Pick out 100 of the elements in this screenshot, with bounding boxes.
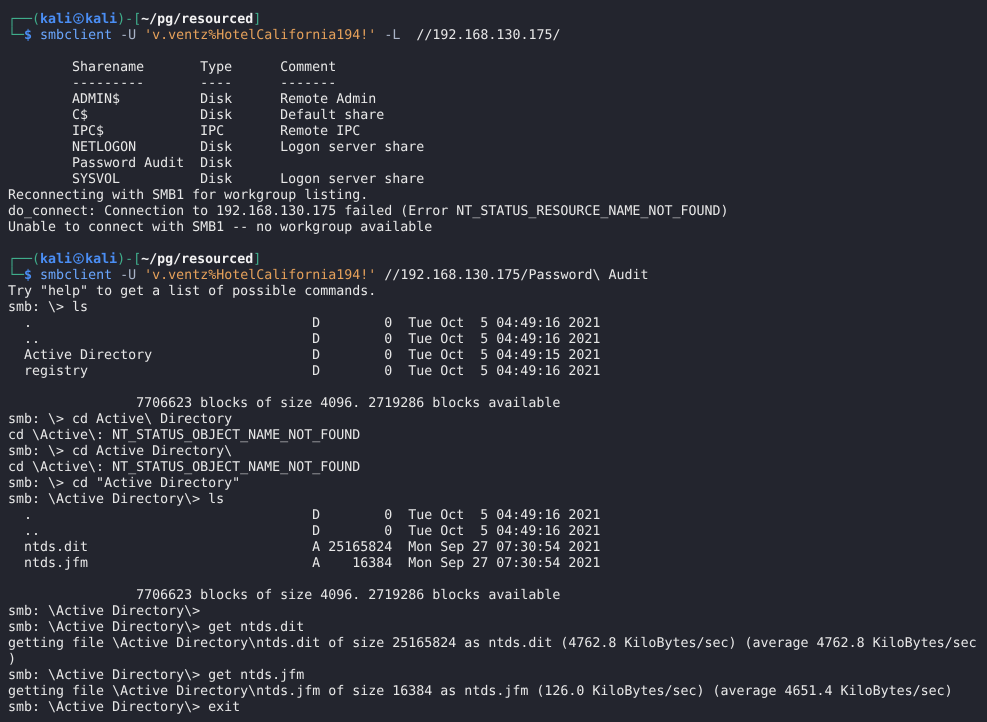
output-line: smb: \Active Directory\> ls xyxy=(8,492,224,507)
file-size: 0 xyxy=(383,364,392,380)
file-date: Tue Oct 5 04:49:16 2021 xyxy=(408,508,600,524)
file-name: ntds.dit xyxy=(24,540,90,556)
share-type: ---- xyxy=(200,76,234,92)
file-size: 0 xyxy=(383,348,392,364)
circled-symbol-icon xyxy=(73,13,84,24)
command-argument: //192.168.130.175/Password\ Audit xyxy=(384,268,649,283)
file-attribute: D xyxy=(311,508,320,524)
file-date: Tue Oct 5 04:49:16 2021 xyxy=(408,524,600,540)
share-type: IPC xyxy=(200,124,226,140)
share-comment: Default share xyxy=(280,108,384,123)
share-name: SYSVOL xyxy=(72,172,122,188)
output-line: ) xyxy=(8,652,16,667)
output-line: getting file \Active Directory\ntds.dit of size 25165824 as ntds.dit (4762.8 KiloBytes/sec) (average 4762.8 KiloBytes/sec xyxy=(8,636,977,651)
file-name: registry xyxy=(24,364,90,380)
share-name: Password Audit xyxy=(72,156,186,172)
output-line: smb: \> cd "Active Directory" xyxy=(8,476,240,491)
output-line: smb: \> cd Active Directory\ xyxy=(8,444,232,459)
share-comment: Comment xyxy=(280,60,336,75)
output-line: do_connect: Connection to 192.168.130.175 failed (Error NT_STATUS_RESOURCE_NAME_NOT_FOUND) xyxy=(8,204,728,219)
share-name: ADMIN$ xyxy=(72,92,122,108)
share-type: Type xyxy=(200,60,234,76)
file-date: Tue Oct 5 04:49:16 2021 xyxy=(408,364,600,380)
file-attribute: D xyxy=(311,364,320,380)
prompt-host: kali xyxy=(85,252,118,267)
file-attribute: D xyxy=(311,332,320,348)
file-date: Mon Sep 27 07:30:54 2021 xyxy=(408,556,600,572)
file-attribute: A xyxy=(311,540,320,556)
prompt-symbol: $ xyxy=(24,268,32,283)
file-attribute: A xyxy=(311,556,320,572)
file-attribute: D xyxy=(311,348,320,364)
output-line: Try "help" to get a list of possible commands. xyxy=(8,284,376,299)
output-line: Unable to connect with SMB1 -- no workgroup available xyxy=(8,220,432,235)
prompt-frame: └─ xyxy=(8,268,24,283)
share-comment: Remote Admin xyxy=(280,92,376,107)
prompt-path: ~/pg/resourced xyxy=(141,12,254,27)
file-size: 0 xyxy=(383,316,392,332)
prompt-frame: ] xyxy=(253,252,262,267)
circled-symbol-icon xyxy=(73,253,84,264)
share-comment: Remote IPC xyxy=(280,124,360,139)
option-text: -U xyxy=(120,268,136,283)
prompt-frame: )-[ xyxy=(117,12,142,27)
share-comment: Logon server share xyxy=(280,172,424,187)
file-date: Tue Oct 5 04:49:15 2021 xyxy=(408,348,600,364)
prompt-symbol: $ xyxy=(24,28,32,43)
prompt-user: kali xyxy=(40,252,72,267)
file-attribute: D xyxy=(311,316,320,332)
file-date: Tue Oct 5 04:49:16 2021 xyxy=(408,316,600,332)
prompt-frame: └─ xyxy=(8,28,24,43)
share-name: --------- xyxy=(72,76,146,92)
quoted-argument: 'v.ventz%HotelCalifornia194!' xyxy=(144,28,376,43)
output-line: 7706623 blocks of size 4096. 2719286 blocks available xyxy=(136,588,560,603)
file-name: .. xyxy=(24,524,42,540)
option-text: -U xyxy=(120,28,136,43)
output-line: smb: \Active Directory\> exit xyxy=(8,700,240,715)
file-size: 16384 xyxy=(351,556,392,572)
file-date: Mon Sep 27 07:30:54 2021 xyxy=(408,540,600,556)
command-name: smbclient xyxy=(40,28,112,43)
file-size: 0 xyxy=(383,524,392,540)
file-name: ntds.jfm xyxy=(24,556,90,572)
share-type: Disk xyxy=(200,172,234,188)
output-line: smb: \> cd Active\ Directory xyxy=(8,412,232,427)
prompt-host: kali xyxy=(85,12,118,27)
quoted-argument: 'v.ventz%HotelCalifornia194!' xyxy=(144,268,376,283)
output-line: smb: \Active Directory\> xyxy=(8,604,200,619)
output-line: cd \Active\: NT_STATUS_OBJECT_NAME_NOT_FOUND xyxy=(8,460,360,475)
file-size: 0 xyxy=(383,332,392,348)
output-line: Reconnecting with SMB1 for workgroup listing. xyxy=(8,188,368,203)
file-attribute: D xyxy=(311,524,320,540)
share-name: C$ xyxy=(72,108,90,124)
share-type: Disk xyxy=(200,108,234,124)
command-name: smbclient xyxy=(40,268,112,283)
prompt-frame: ] xyxy=(253,12,262,27)
prompt-path: ~/pg/resourced xyxy=(141,252,254,267)
share-name: IPC$ xyxy=(72,124,106,140)
share-comment: Logon server share xyxy=(280,140,424,155)
output-line: smb: \> ls xyxy=(8,300,88,315)
share-type: Disk xyxy=(200,156,234,172)
share-type: Disk xyxy=(200,92,234,108)
share-comment: ------- xyxy=(280,76,336,91)
output-line: getting file \Active Directory\ntds.jfm of size 16384 as ntds.jfm (126.0 KiloBytes/sec) (average 4651.4 KiloBytes/sec) xyxy=(8,684,953,699)
share-name: Sharename xyxy=(72,60,146,76)
file-name: .. xyxy=(24,332,42,348)
output-line: smb: \Active Directory\> get ntds.jfm xyxy=(8,668,304,683)
prompt-frame: ┌──( xyxy=(8,12,40,27)
file-date: Tue Oct 5 04:49:16 2021 xyxy=(408,332,600,348)
command-argument: //192.168.130.175/ xyxy=(415,28,560,43)
file-size: 0 xyxy=(383,508,392,524)
prompt-frame: ┌──( xyxy=(8,252,40,267)
file-name: . xyxy=(24,316,34,332)
prompt-frame: )-[ xyxy=(117,252,142,267)
output-line: cd \Active\: NT_STATUS_OBJECT_NAME_NOT_FOUND xyxy=(8,428,360,443)
prompt-user: kali xyxy=(40,12,72,27)
option-text: -L xyxy=(384,28,400,43)
file-name: Active Directory xyxy=(24,348,154,364)
share-name: NETLOGON xyxy=(72,140,138,156)
output-line: smb: \Active Directory\> get ntds.dit xyxy=(8,620,304,635)
share-type: Disk xyxy=(200,140,234,156)
output-line: 7706623 blocks of size 4096. 2719286 blocks available xyxy=(136,396,560,411)
